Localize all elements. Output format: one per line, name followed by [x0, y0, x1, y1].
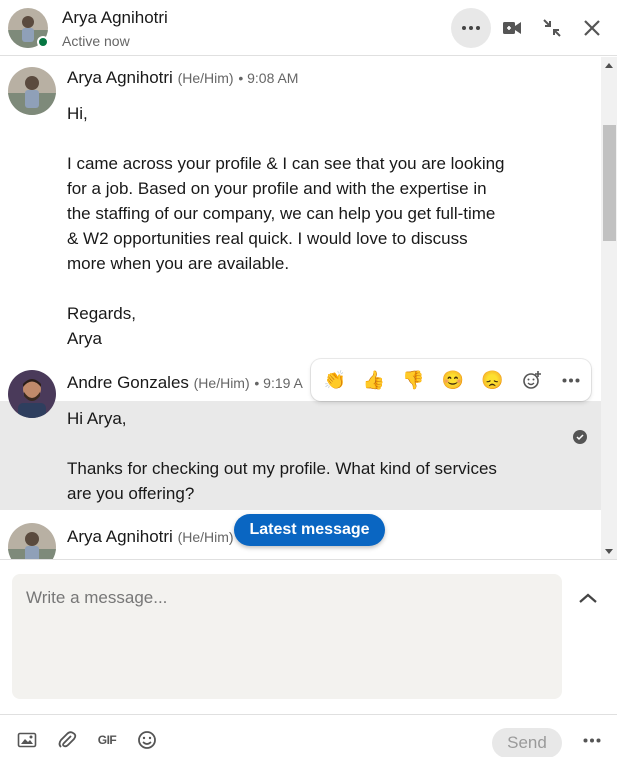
message-header: Andre Gonzales (He/Him) • 9:19 A	[67, 373, 303, 393]
gif-icon: GIF	[97, 733, 117, 747]
reaction-like-button[interactable]: 👍	[354, 360, 393, 400]
ellipsis-icon	[462, 26, 480, 30]
scroll-down-button[interactable]	[601, 543, 617, 559]
sender-name[interactable]: Arya Agnihotri	[67, 68, 173, 87]
sender-pronouns: (He/Him)	[177, 70, 234, 86]
clap-icon: 👏	[323, 369, 346, 390]
close-icon	[584, 20, 600, 36]
expand-composer-button[interactable]	[576, 586, 600, 610]
scroll-thumb[interactable]	[603, 125, 616, 241]
message-line: Thanks for checking out my profile. What…	[67, 459, 497, 478]
thumbs-up-icon: 👍	[362, 369, 386, 390]
scroll-up-button[interactable]	[601, 57, 617, 73]
sender-pronouns: (He/Him)	[177, 529, 234, 545]
smile-icon: 😊	[441, 369, 465, 390]
collapse-arrows-icon	[543, 19, 561, 37]
add-reaction-button[interactable]	[512, 360, 551, 400]
sender-name[interactable]: Arya Agnihotri	[67, 527, 173, 546]
reaction-dislike-button[interactable]: 👎	[394, 360, 433, 400]
emoji-icon	[138, 731, 156, 749]
sender-pronouns: (He/Him)	[193, 375, 250, 391]
reaction-more-button[interactable]	[552, 360, 591, 400]
message-time: • 9:19 A	[254, 375, 303, 391]
message-line: for a job. Based on your profile and wit…	[67, 179, 487, 198]
message-body: Hi, I came across your profile & I can s…	[67, 101, 537, 351]
seen-check-icon	[573, 430, 587, 444]
message-line: more when you are available.	[67, 254, 290, 273]
ellipsis-icon	[583, 738, 601, 742]
video-camera-icon	[503, 22, 521, 34]
message-header: Arya Agnihotri (He/Him) • 9:08 AM	[67, 68, 298, 88]
presence-indicator	[37, 36, 49, 48]
sad-face-icon: 😞	[481, 369, 504, 390]
video-call-button[interactable]	[492, 8, 532, 48]
sender-avatar[interactable]	[8, 523, 56, 559]
message-thread[interactable]: Arya Agnihotri (He/Him) • 9:08 AM Hi, I …	[0, 57, 601, 559]
message-line: are you offering?	[67, 484, 195, 503]
message-body: Hi Arya, Thanks for checking out my prof…	[67, 406, 537, 506]
message-line	[67, 431, 537, 456]
message-time: • 9:08 AM	[238, 70, 299, 86]
attach-image-button[interactable]	[15, 728, 39, 752]
more-options-button[interactable]	[451, 8, 491, 48]
close-button[interactable]	[572, 8, 612, 48]
message-line: the staffing of our company, we can help…	[67, 204, 496, 223]
message-line: Regards,	[67, 304, 136, 323]
message-line: Arya	[67, 329, 102, 348]
add-emoji-icon	[523, 371, 541, 389]
emoji-button[interactable]	[135, 728, 159, 752]
message-line	[67, 126, 537, 151]
latest-message-button[interactable]: Latest message	[234, 514, 385, 546]
message-line	[67, 276, 537, 301]
paperclip-icon	[58, 731, 77, 748]
ellipsis-icon	[562, 378, 580, 382]
header-name[interactable]: Arya Agnihotri	[62, 8, 168, 28]
sender-name[interactable]: Andre Gonzales	[67, 373, 189, 392]
reaction-sad-button[interactable]: 😞	[473, 360, 512, 400]
scrollbar[interactable]	[601, 57, 617, 559]
chevron-up-icon	[579, 593, 597, 603]
attach-file-button[interactable]	[55, 728, 79, 752]
header-status: Active now	[62, 33, 130, 49]
gif-button[interactable]: GIF	[95, 728, 119, 752]
divider	[0, 714, 617, 715]
reaction-bar: 👏 👍 👎 😊 😞	[311, 359, 591, 401]
image-icon	[17, 732, 37, 748]
sender-avatar[interactable]	[8, 370, 56, 418]
sender-avatar[interactable]	[8, 67, 56, 115]
message-input[interactable]	[12, 574, 562, 699]
reaction-smile-button[interactable]: 😊	[433, 360, 472, 400]
message-line: I came across your profile & I can see t…	[67, 154, 505, 173]
message-line: & W2 opportunities real quick. I would l…	[67, 229, 468, 248]
triangle-down-icon	[605, 548, 613, 554]
chat-header: Arya Agnihotri Active now	[0, 0, 617, 56]
divider	[0, 559, 617, 560]
composer-options-button[interactable]	[580, 728, 604, 752]
reaction-clap-button[interactable]: 👏	[315, 360, 354, 400]
message-line: Hi,	[67, 104, 88, 123]
minimize-button[interactable]	[532, 8, 572, 48]
message-header: Arya Agnihotri (He/Him)	[67, 527, 234, 547]
send-button[interactable]: Send	[492, 728, 562, 757]
thumbs-down-icon: 👎	[402, 369, 425, 390]
triangle-up-icon	[605, 62, 613, 68]
message-line: Hi Arya,	[67, 409, 127, 428]
